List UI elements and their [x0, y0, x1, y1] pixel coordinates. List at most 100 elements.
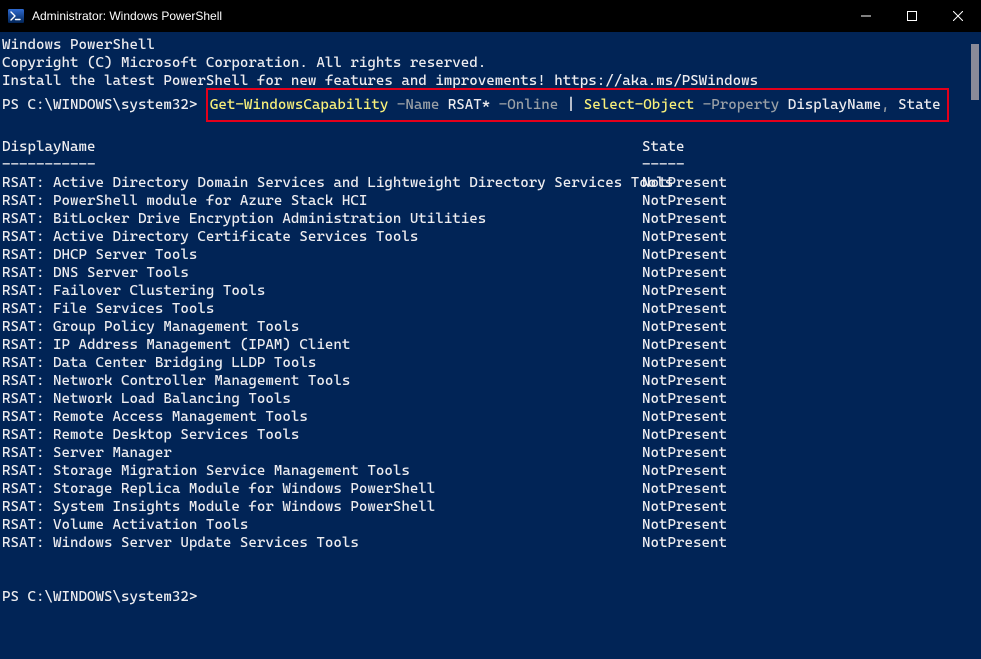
cell-state: NotPresent [642, 354, 727, 372]
command-highlight-box: Get-WindowsCapability -Name RSAT* -Onlin… [206, 88, 949, 122]
table-row: RSAT: DNS Server ToolsNotPresent [2, 264, 965, 282]
cell-state: NotPresent [642, 192, 727, 210]
prompt-line-2: PS C:\WINDOWS\system32> [2, 588, 965, 606]
table-row: RSAT: Active Directory Domain Services a… [2, 174, 965, 192]
space [890, 97, 899, 113]
cell-state: NotPresent [642, 498, 727, 516]
cell-displayname: RSAT: Active Directory Domain Services a… [2, 174, 642, 192]
table-row: RSAT: Remote Access Management ToolsNotP… [2, 408, 965, 426]
cell-state: NotPresent [642, 336, 727, 354]
dash-right: ----- [642, 156, 684, 174]
header-displayname: DisplayName [2, 138, 642, 156]
space [388, 97, 397, 113]
cmd-get-windowscapability: Get-WindowsCapability [210, 97, 388, 113]
cell-state: NotPresent [642, 300, 727, 318]
table-row: RSAT: Failover Clustering ToolsNotPresen… [2, 282, 965, 300]
header-state: State [642, 138, 684, 156]
cell-state: NotPresent [642, 426, 727, 444]
cell-displayname: RSAT: Data Center Bridging LLDP Tools [2, 354, 642, 372]
space [779, 97, 788, 113]
table-row: RSAT: Active Directory Certificate Servi… [2, 228, 965, 246]
table-row: RSAT: Data Center Bridging LLDP ToolsNot… [2, 354, 965, 372]
param-property: -Property [703, 97, 779, 113]
cell-displayname: RSAT: PowerShell module for Azure Stack … [2, 192, 642, 210]
prompt-prefix: PS C:\WINDOWS\system32> [2, 97, 206, 113]
cell-displayname: RSAT: Active Directory Certificate Servi… [2, 228, 642, 246]
cell-state: NotPresent [642, 282, 727, 300]
cell-state: NotPresent [642, 408, 727, 426]
table-row: RSAT: Volume Activation ToolsNotPresent [2, 516, 965, 534]
scrollbar-track[interactable] [967, 32, 981, 659]
table-row: RSAT: Network Controller Management Tool… [2, 372, 965, 390]
cell-displayname: RSAT: Network Controller Management Tool… [2, 372, 642, 390]
terminal-area: Windows PowerShellCopyright (C) Microsof… [0, 32, 981, 659]
table-row: RSAT: Remote Desktop Services ToolsNotPr… [2, 426, 965, 444]
space [575, 97, 584, 113]
prompt-line-1: PS C:\WINDOWS\system32> Get-WindowsCapab… [2, 90, 965, 120]
table-row: RSAT: PowerShell module for Azure Stack … [2, 192, 965, 210]
space [694, 97, 703, 113]
cell-displayname: RSAT: System Insights Module for Windows… [2, 498, 642, 516]
table-header-underline: ---------------- [2, 156, 965, 174]
cell-state: NotPresent [642, 210, 727, 228]
space [490, 97, 499, 113]
cell-displayname: RSAT: DHCP Server Tools [2, 246, 642, 264]
table-row: RSAT: File Services ToolsNotPresent [2, 300, 965, 318]
dash-left: ----------- [2, 156, 642, 174]
cell-displayname: RSAT: Remote Access Management Tools [2, 408, 642, 426]
cell-displayname: RSAT: Windows Server Update Services Too… [2, 534, 642, 552]
maximize-button[interactable] [889, 0, 935, 32]
param-name: -Name [397, 97, 439, 113]
pipe: | [567, 97, 576, 113]
cell-state: NotPresent [642, 516, 727, 534]
param-online: -Online [499, 97, 558, 113]
cell-displayname: RSAT: Storage Replica Module for Windows… [2, 480, 642, 498]
cell-displayname: RSAT: Failover Clustering Tools [2, 282, 642, 300]
table-row: RSAT: Server ManagerNotPresent [2, 444, 965, 462]
arg-rsat: RSAT* [448, 97, 490, 113]
powershell-icon [8, 8, 24, 24]
table-row: RSAT: IP Address Management (IPAM) Clien… [2, 336, 965, 354]
table-row: RSAT: Storage Replica Module for Windows… [2, 480, 965, 498]
cell-state: NotPresent [642, 534, 727, 552]
cell-state: NotPresent [642, 318, 727, 336]
minimize-button[interactable] [843, 0, 889, 32]
cell-state: NotPresent [642, 264, 727, 282]
table-row: RSAT: Network Load Balancing ToolsNotPre… [2, 390, 965, 408]
cell-displayname: RSAT: Remote Desktop Services Tools [2, 426, 642, 444]
scrollbar-thumb[interactable] [971, 44, 979, 100]
table-row: RSAT: Windows Server Update Services Too… [2, 534, 965, 552]
cell-displayname: RSAT: IP Address Management (IPAM) Clien… [2, 336, 642, 354]
arg-displayname: DisplayName [788, 97, 881, 113]
table-row: RSAT: Group Policy Management ToolsNotPr… [2, 318, 965, 336]
space [439, 97, 448, 113]
table-row: RSAT: DHCP Server ToolsNotPresent [2, 246, 965, 264]
table-row: RSAT: BitLocker Drive Encryption Adminis… [2, 210, 965, 228]
table-header-row: DisplayNameState [2, 138, 965, 156]
cell-displayname: RSAT: Group Policy Management Tools [2, 318, 642, 336]
cell-state: NotPresent [642, 372, 727, 390]
prompt-prefix: PS C:\WINDOWS\system32> [2, 589, 197, 605]
powershell-window: Administrator: Windows PowerShell Window… [0, 0, 981, 659]
cell-displayname: RSAT: BitLocker Drive Encryption Adminis… [2, 210, 642, 228]
cell-displayname: RSAT: Network Load Balancing Tools [2, 390, 642, 408]
table-row: RSAT: System Insights Module for Windows… [2, 498, 965, 516]
terminal-output[interactable]: Windows PowerShellCopyright (C) Microsof… [0, 32, 967, 659]
space [558, 97, 567, 113]
cell-displayname: RSAT: File Services Tools [2, 300, 642, 318]
cell-state: NotPresent [642, 444, 727, 462]
blank-line [2, 552, 965, 570]
cell-state: NotPresent [642, 480, 727, 498]
comma: , [881, 97, 890, 113]
cell-displayname: RSAT: DNS Server Tools [2, 264, 642, 282]
arg-state: State [898, 97, 940, 113]
cell-displayname: RSAT: Server Manager [2, 444, 642, 462]
close-button[interactable] [935, 0, 981, 32]
cell-state: NotPresent [642, 228, 727, 246]
cell-displayname: RSAT: Storage Migration Service Manageme… [2, 462, 642, 480]
table-row: RSAT: Storage Migration Service Manageme… [2, 462, 965, 480]
blank-line [2, 570, 965, 588]
cell-state: NotPresent [642, 462, 727, 480]
window-title: Administrator: Windows PowerShell [32, 9, 222, 23]
titlebar[interactable]: Administrator: Windows PowerShell [0, 0, 981, 32]
